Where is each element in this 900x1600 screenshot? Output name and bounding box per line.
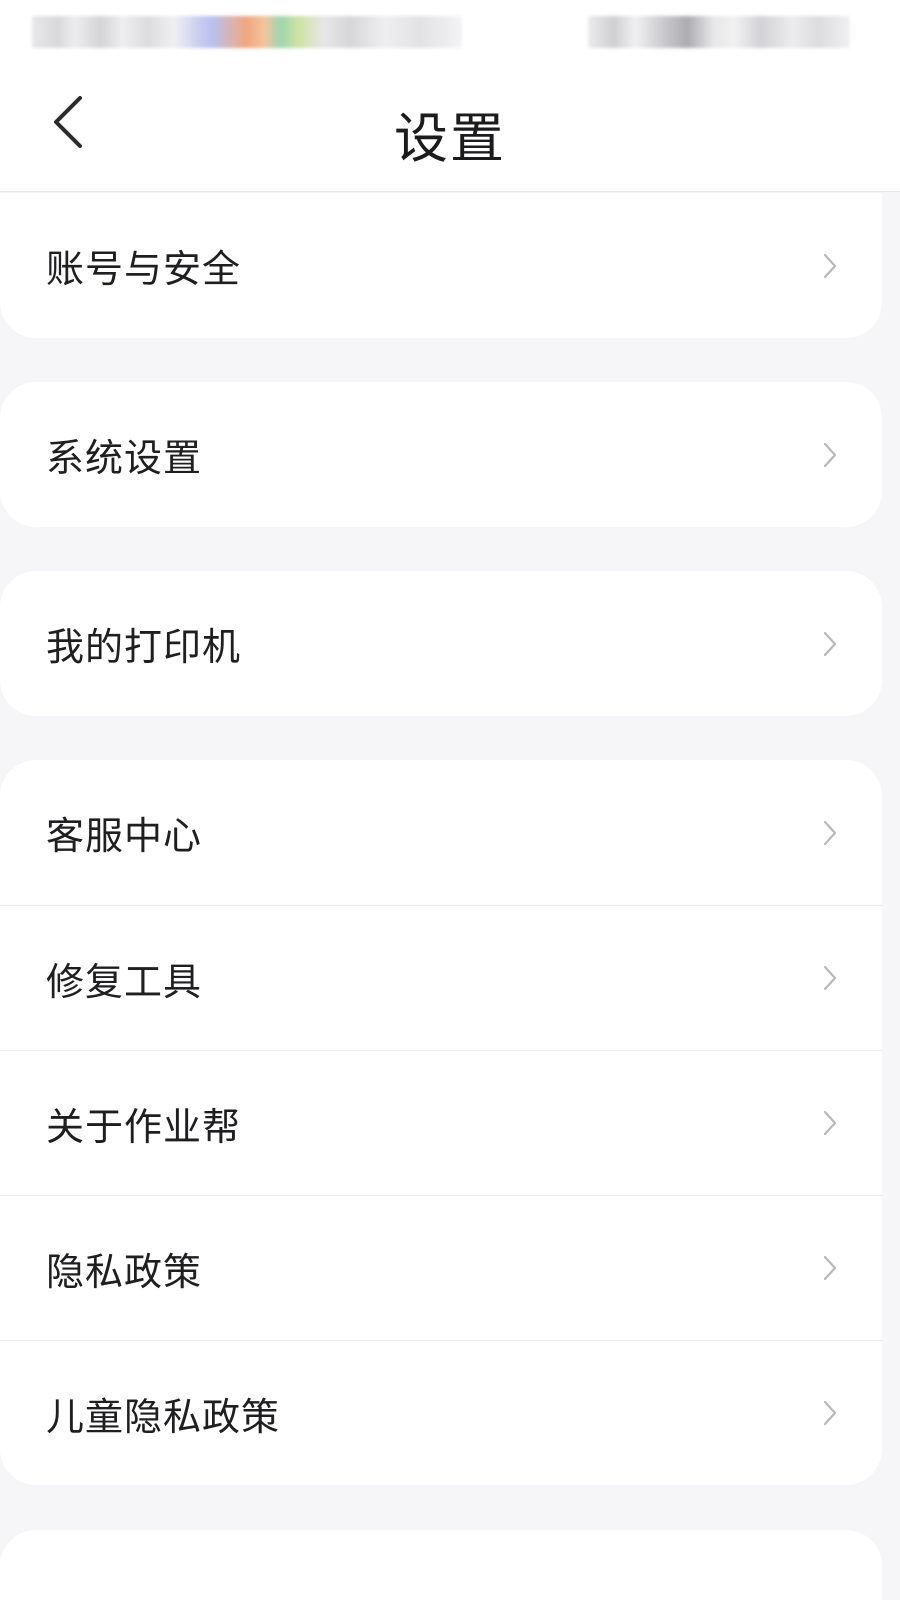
chevron-right-icon — [822, 630, 838, 658]
menu-item-label: 儿童隐私政策 — [46, 1394, 281, 1439]
chevron-right-icon — [822, 441, 838, 469]
menu-item-label: 我的打印机 — [46, 625, 242, 669]
chevron-right-icon — [822, 1254, 838, 1282]
menu-item-label: 账号与安全 — [46, 247, 242, 291]
chevron-right-icon — [822, 964, 838, 992]
menu-item-customer-service[interactable]: 客服中心 — [0, 760, 882, 905]
status-bar-right-blurred — [588, 16, 850, 48]
chevron-right-icon — [822, 1399, 838, 1427]
settings-group-account: 账号与安全 — [0, 193, 882, 338]
settings-group-system: 系统设置 — [0, 382, 882, 527]
menu-item-label: 系统设置 — [46, 436, 203, 480]
chevron-right-icon — [822, 252, 838, 280]
menu-item-account-security[interactable]: 账号与安全 — [0, 193, 882, 338]
status-bar — [0, 0, 900, 66]
settings-group-next — [0, 1530, 882, 1600]
chevron-right-icon — [822, 1109, 838, 1137]
settings-group-printer: 我的打印机 — [0, 571, 882, 716]
menu-item-repair-tool[interactable]: 修复工具 — [0, 905, 882, 1050]
menu-item-label: 隐私政策 — [46, 1249, 203, 1294]
status-bar-left-blurred — [32, 16, 462, 48]
menu-item-label: 修复工具 — [46, 959, 203, 1004]
menu-item-system-settings[interactable]: 系统设置 — [0, 382, 882, 527]
nav-bar: 设置 — [0, 66, 900, 192]
menu-item-children-privacy-policy[interactable]: 儿童隐私政策 — [0, 1340, 882, 1485]
menu-item-label: 客服中心 — [46, 814, 203, 858]
menu-item-label: 关于作业帮 — [46, 1104, 242, 1149]
chevron-right-icon — [822, 819, 838, 847]
page-title: 设置 — [394, 107, 506, 170]
menu-item-my-printer[interactable]: 我的打印机 — [0, 571, 882, 716]
menu-item-about[interactable]: 关于作业帮 — [0, 1050, 882, 1195]
settings-group-support: 客服中心 修复工具 关于作业帮 隐私政策 儿童隐私政策 — [0, 760, 882, 1485]
menu-item-privacy-policy[interactable]: 隐私政策 — [0, 1195, 882, 1340]
